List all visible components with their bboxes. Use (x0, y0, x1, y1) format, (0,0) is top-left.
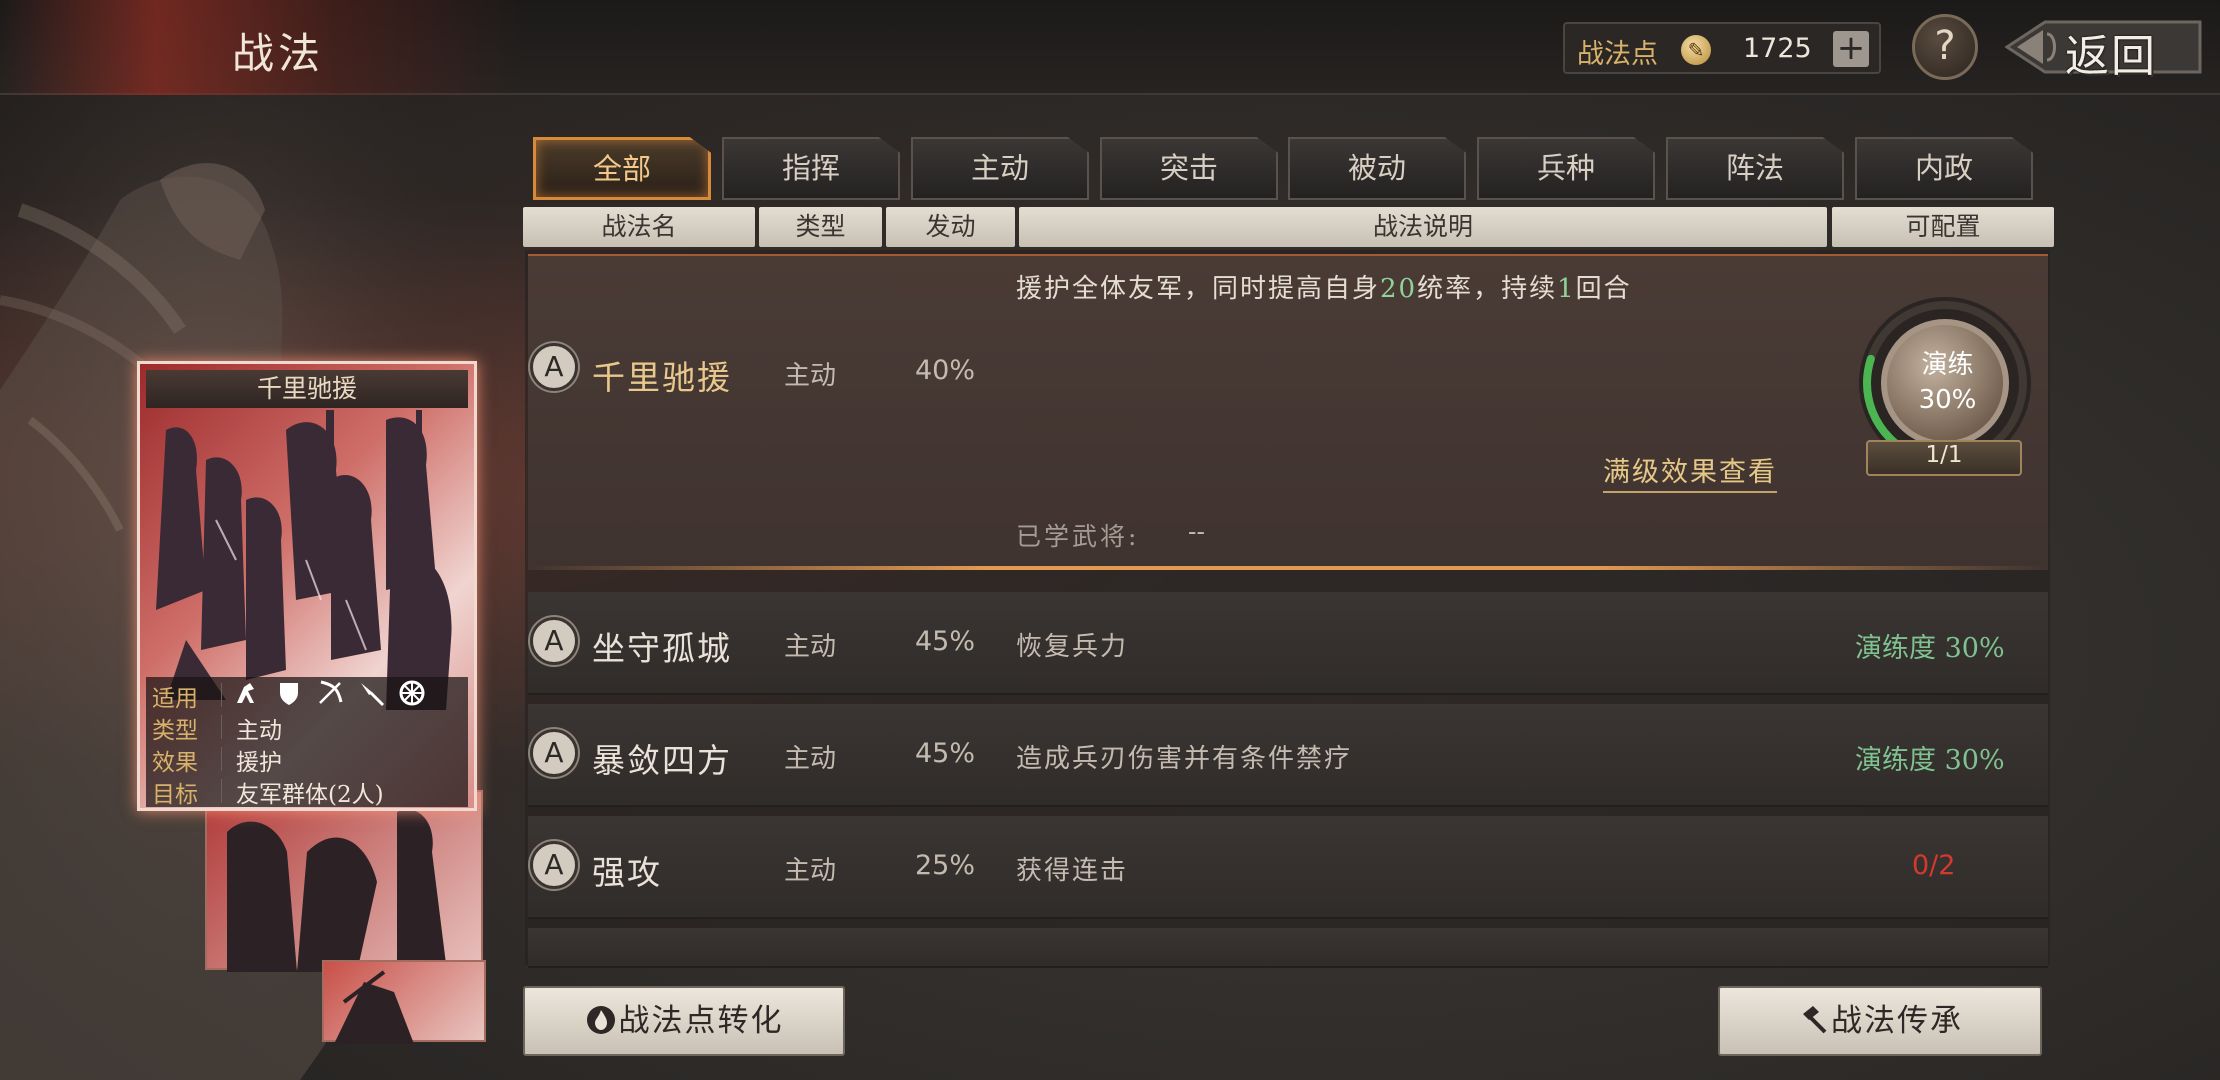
back-label: 返回 (2065, 31, 2157, 82)
skill-card-back (322, 960, 486, 1044)
skill-name: 坐守孤城 (592, 629, 732, 668)
card-back-art (227, 809, 447, 972)
skill-description: 造成兵刃伤害并有条件禁疗 (1016, 744, 1353, 774)
effect-label: 效果 (152, 750, 198, 776)
hammer-icon (1803, 1005, 1827, 1033)
add-points-button[interactable]: + (1833, 31, 1869, 67)
skill-points-panel: 战法点 ✎ 1725 + (1563, 22, 1881, 74)
wheel-icon (399, 680, 425, 706)
top-bar: 战法 战法点 ✎ 1725 + ? 返回 (0, 0, 2220, 95)
applicable-label: 适用 (152, 686, 198, 712)
inherit-skill-button[interactable]: 战法传承 (1718, 986, 2042, 1056)
skill-points-value: 1725 (1743, 33, 1812, 64)
card-target-row: 目标 友军群体(2人) (146, 775, 468, 808)
skill-type: 主动 (784, 744, 837, 774)
type-label: 类型 (152, 718, 198, 744)
tab-internal[interactable]: 内政 (1855, 137, 2033, 200)
tab-command[interactable]: 指挥 (722, 137, 900, 200)
skill-grade-badge: A (530, 617, 578, 665)
skill-card-back (205, 790, 483, 972)
card-art (156, 410, 452, 710)
skill-grade-badge: A (530, 841, 578, 889)
flame-icon (586, 1005, 615, 1034)
skill-rate: 45% (915, 626, 976, 657)
max-level-effect-link[interactable]: 满级效果查看 (1603, 450, 1777, 493)
card-info-panel: 适用 类型 主动 效果 援护 目标 友军群体(2人) (146, 677, 468, 808)
tab-active[interactable]: 主动 (911, 137, 1089, 200)
practice-status: 演练度 30% (1855, 633, 2005, 664)
practice-status: 0/2 (1912, 850, 1956, 881)
practice-label: 演练 (1921, 350, 1974, 380)
tab-passive[interactable]: 被动 (1288, 137, 1466, 200)
target-label: 目标 (152, 782, 198, 808)
skill-description: 获得连击 (1016, 856, 1129, 886)
column-header-name[interactable]: 战法名 (523, 207, 755, 247)
target-value: 友军群体(2人) (236, 782, 384, 808)
tab-formation[interactable]: 阵法 (1666, 137, 1844, 200)
column-header-description: 战法说明 (1019, 207, 1827, 247)
practice-percent: 30% (1918, 385, 1977, 415)
skill-row-partial[interactable] (528, 928, 2048, 968)
column-header-type[interactable]: 类型 (759, 207, 882, 247)
skill-name: 千里驰援 (592, 358, 732, 397)
learned-generals-label: 已学武将: (1016, 522, 1140, 551)
card-effect-row: 效果 援护 (146, 743, 468, 776)
tab-troop[interactable]: 兵种 (1477, 137, 1655, 200)
skill-row[interactable] (528, 592, 2048, 695)
skill-type: 主动 (784, 361, 837, 391)
effect-value: 援护 (236, 750, 282, 776)
spear-icon (361, 683, 385, 707)
skill-points-icon: ✎ (1681, 35, 1711, 65)
skill-type: 主动 (784, 856, 837, 886)
skill-name: 强攻 (592, 853, 662, 892)
bow-icon (319, 680, 343, 704)
type-value: 主动 (236, 718, 282, 744)
tab-all[interactable]: 全部 (533, 137, 711, 200)
tab-assault[interactable]: 突击 (1100, 137, 1278, 200)
column-header-configurable[interactable]: 可配置 (1832, 207, 2054, 247)
card-type-row: 类型 主动 (146, 711, 468, 744)
skill-type: 主动 (784, 632, 837, 662)
cavalry-icon (237, 683, 254, 703)
skill-grade-badge: A (530, 729, 578, 777)
skill-rate: 40% (915, 355, 976, 386)
column-header-rate[interactable]: 发动 (886, 207, 1015, 247)
skill-row[interactable] (528, 816, 2048, 919)
skill-description: 援护全体友军，同时提高自身20统率，持续1回合 (1016, 274, 1632, 304)
practice-status: 演练度 30% (1855, 745, 2005, 776)
skill-grade-badge: A (530, 343, 578, 391)
applicable-icons (234, 679, 439, 707)
skill-description: 恢复兵力 (1016, 632, 1129, 662)
card-skill-name: 千里驰援 (146, 370, 468, 408)
card-back-art (334, 970, 414, 1044)
card-applicable-row: 适用 (146, 679, 468, 712)
skill-card: 千里驰援 适用 类型 主动 效果 援护 目标 友军群体(2人) (137, 361, 477, 811)
practice-count: 1/1 (1925, 442, 1963, 468)
back-button[interactable]: 返回 (2005, 14, 2205, 82)
skill-points-label: 战法点 (1577, 39, 1658, 70)
skill-name: 暴敛四方 (592, 741, 732, 780)
convert-points-button[interactable]: 战法点转化 (523, 986, 845, 1056)
learned-generals-value: -- (1188, 517, 1205, 546)
expanded-divider (528, 566, 2048, 570)
skill-rate: 45% (915, 738, 976, 769)
shield-icon (280, 683, 298, 705)
skill-rate: 25% (915, 850, 976, 881)
page-title: 战法 (232, 29, 325, 78)
help-button[interactable]: ? (1912, 14, 1978, 80)
